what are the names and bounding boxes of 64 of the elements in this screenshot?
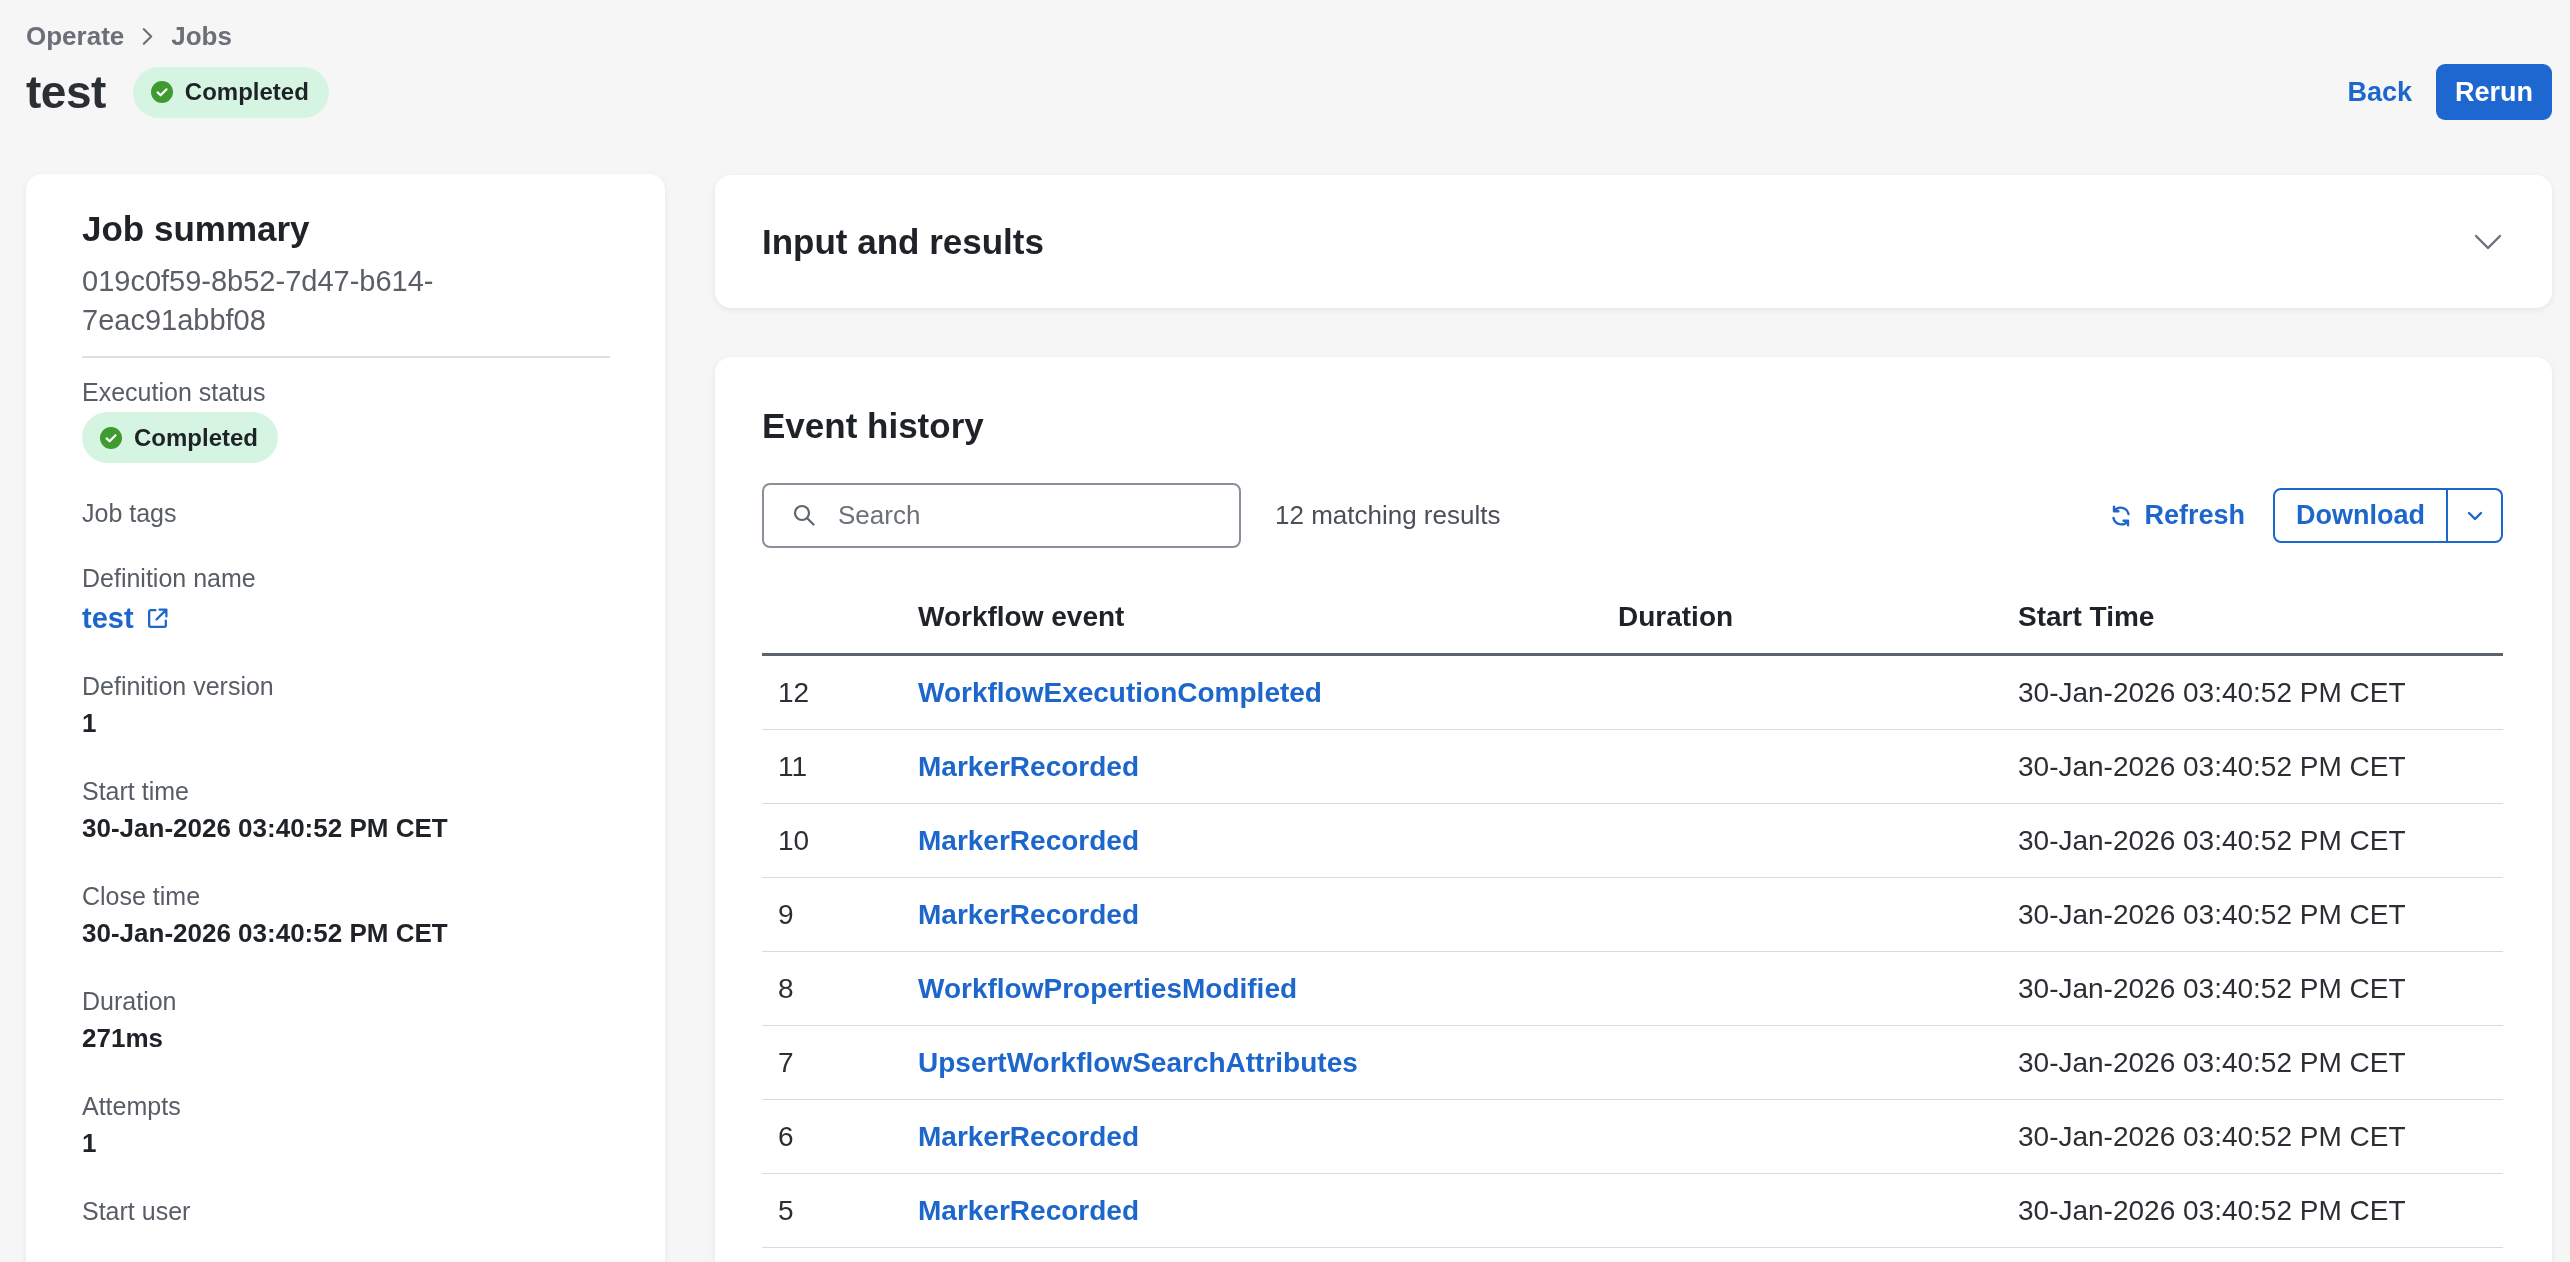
panel-title: Event history — [762, 405, 985, 447]
field-value: 1 — [82, 707, 97, 740]
field-label: Duration — [82, 986, 177, 1016]
event-link[interactable]: MarkerRecorded — [918, 1194, 1139, 1226]
page-title: test — [26, 65, 106, 120]
chevron-down-icon[interactable] — [2474, 233, 2502, 250]
field-label: Attempts — [82, 1091, 181, 1121]
field-value: 1 — [82, 1127, 97, 1160]
result-count: 12 matching results — [1275, 500, 1501, 531]
field-label: Job tags — [82, 498, 177, 528]
event-number: 9 — [777, 898, 794, 931]
caret-icon — [2466, 510, 2483, 521]
search-icon — [793, 504, 815, 526]
search-field[interactable]: Search — [762, 483, 1241, 548]
column-header: Workflow event — [918, 600, 1125, 633]
event-link[interactable]: MarkerRecorded — [918, 1120, 1139, 1152]
download-options-button[interactable] — [2448, 488, 2503, 543]
event-link[interactable]: MarkerRecorded — [918, 824, 1139, 856]
field-label: Execution status — [82, 377, 266, 407]
event-link[interactable]: WorkflowPropertiesModified — [918, 972, 1298, 1004]
event-link[interactable]: MarkerRecorded — [918, 898, 1139, 930]
event-link[interactable]: UpsertWorkflowSearchAttributes — [918, 1046, 1358, 1078]
breadcrumb-link[interactable]: Jobs — [171, 20, 232, 52]
start-time: 30-Jan-2026 03:40:52 PM CET — [2018, 898, 2406, 931]
field-label: Close time — [82, 881, 201, 911]
field-value: 271ms — [82, 1022, 163, 1055]
event-number: 8 — [777, 972, 794, 1005]
event-link[interactable]: MarkerRecorded — [918, 750, 1139, 782]
job-id: 019c0f59-8b52-7d47-b614-7eac91abbf08 — [82, 264, 435, 338]
panel-title: Input and results — [762, 220, 1044, 263]
status-label: Completed — [184, 78, 309, 106]
back-button[interactable]: Back — [2347, 75, 2412, 109]
event-number: 10 — [777, 824, 810, 857]
check-circle-icon — [100, 426, 122, 449]
start-time: 30-Jan-2026 03:40:52 PM CET — [2018, 1046, 2406, 1079]
event-number: 6 — [777, 1120, 794, 1153]
refresh-button[interactable]: Refresh — [2109, 500, 2245, 531]
chevron-right-icon — [142, 26, 154, 46]
column-header: Start Time — [2018, 600, 2155, 633]
event-number: 11 — [777, 750, 808, 783]
start-time: 30-Jan-2026 03:40:52 PM CET — [2018, 676, 2406, 709]
check-circle-icon — [150, 81, 173, 103]
field-label: Start user — [82, 1196, 191, 1226]
card-title: Job summary — [82, 208, 311, 250]
field-label: Definition name — [82, 563, 256, 593]
start-time: 30-Jan-2026 03:40:52 PM CET — [2018, 824, 2406, 857]
field-label: Start time — [82, 776, 189, 806]
status-label: Completed — [134, 423, 258, 452]
field-value: 30-Jan-2026 03:40:52 PM CET — [82, 812, 448, 845]
field-label: Definition version — [82, 671, 274, 701]
event-number: 7 — [777, 1046, 794, 1079]
start-time: 30-Jan-2026 03:40:52 PM CET — [2018, 972, 2406, 1005]
download-button[interactable]: Download — [2273, 488, 2448, 543]
rerun-button[interactable]: Rerun — [2436, 64, 2552, 120]
event-number: 12 — [777, 676, 810, 709]
start-time: 30-Jan-2026 03:40:52 PM CET — [2018, 1120, 2406, 1153]
field-value: 30-Jan-2026 03:40:52 PM CET — [82, 917, 448, 950]
start-time: 30-Jan-2026 03:40:52 PM CET — [2018, 1194, 2406, 1227]
start-time: 30-Jan-2026 03:40:52 PM CET — [2018, 750, 2406, 783]
event-link[interactable]: WorkflowExecutionCompleted — [918, 676, 1322, 708]
event-number: 5 — [777, 1194, 794, 1227]
definition-link[interactable]: test — [82, 600, 170, 636]
breadcrumb-link[interactable]: Operate — [26, 20, 125, 52]
column-header: Duration — [1618, 600, 1734, 633]
